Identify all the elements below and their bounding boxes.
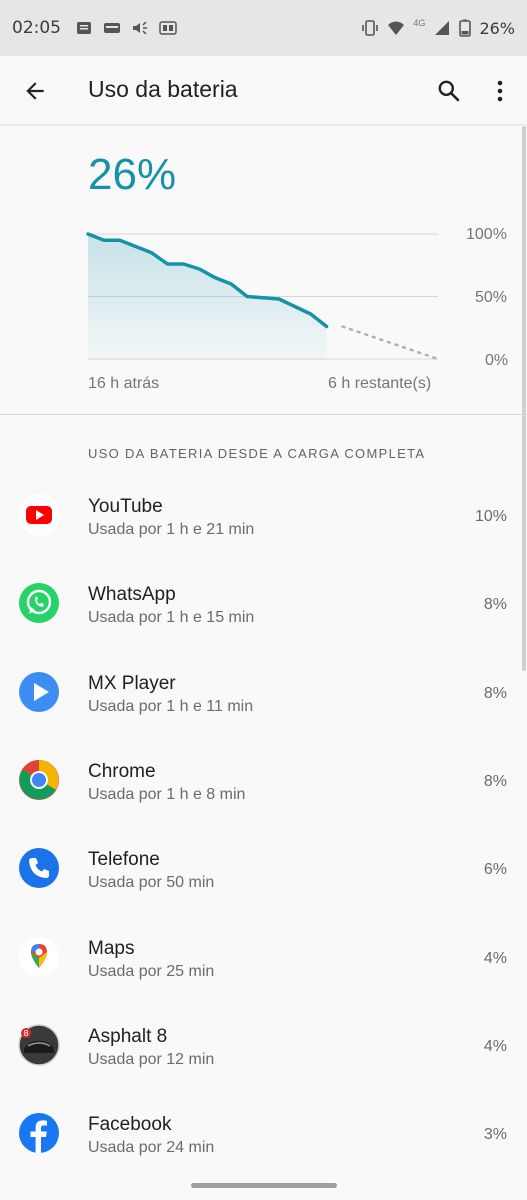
back-arrow-icon[interactable]	[22, 78, 48, 104]
app-name: WhatsApp	[88, 584, 176, 605]
app-usage-percent: 8%	[483, 685, 507, 702]
page-title: Uso da bateria	[88, 76, 238, 102]
app-usage-percent: 3%	[483, 1126, 507, 1143]
app-usage-time: Usada por 12 min	[88, 1051, 215, 1068]
svg-text:8: 8	[23, 1029, 28, 1038]
maps-icon	[19, 937, 59, 977]
card-notification-icon	[104, 23, 120, 33]
y-tick-50: 50%	[475, 289, 508, 306]
translate-notification-icon	[159, 21, 177, 35]
app-usage-percent: 4%	[483, 1038, 507, 1055]
app-usage-time: Usada por 1 h e 8 min	[88, 786, 246, 803]
list-item-whatsapp[interactable]: WhatsApp Usada por 1 h e 15 min 8%	[0, 560, 527, 648]
app-bar: Uso da bateria	[0, 56, 527, 124]
search-icon[interactable]	[436, 78, 462, 104]
x-label-start: 16 h atrás	[88, 375, 160, 392]
wifi-icon	[388, 21, 405, 35]
network-type-label: 4G	[413, 18, 426, 28]
chart-projection-line	[341, 325, 440, 361]
list-item-youtube[interactable]: YouTube Usada por 1 h e 21 min 10%	[0, 472, 527, 560]
status-battery-text: 26%	[479, 18, 515, 38]
list-item-mx-player[interactable]: MX Player Usada por 1 h e 11 min 8%	[0, 649, 527, 737]
app-usage-percent: 10%	[474, 508, 507, 525]
battery-usage-chart	[86, 232, 440, 361]
app-usage-percent: 8%	[483, 596, 507, 613]
x-label-end: 6 h restante(s)	[328, 375, 432, 392]
list-item-telefone[interactable]: Telefone Usada por 50 min 6%	[0, 825, 527, 913]
app-usage-time: Usada por 1 h e 11 min	[88, 698, 254, 715]
app-usage-percent: 6%	[483, 861, 507, 878]
app-name: Maps	[88, 938, 135, 959]
app-name: Facebook	[88, 1114, 172, 1135]
list-item-asphalt[interactable]: 8 Asphalt 8 Usada por 12 min 4%	[0, 1002, 527, 1090]
app-usage-time: Usada por 24 min	[88, 1139, 215, 1156]
app-name: YouTube	[88, 496, 163, 517]
youtube-icon	[18, 494, 60, 536]
status-bar: 02:05 4G 26%	[0, 0, 527, 56]
mx-player-icon	[19, 672, 59, 712]
list-item-chrome[interactable]: Chrome Usada por 1 h e 8 min 8%	[0, 737, 527, 825]
app-name: MX Player	[88, 673, 176, 694]
list-item-facebook[interactable]: Facebook Usada por 24 min 3%	[0, 1090, 527, 1178]
battery-icon	[459, 19, 472, 37]
home-indicator[interactable]	[191, 1183, 337, 1188]
signal-icon	[435, 21, 450, 35]
system-status-icons: 4G 26%	[361, 18, 515, 38]
app-name: Chrome	[88, 761, 156, 782]
app-name: Telefone	[88, 849, 160, 870]
notification-icons	[75, 19, 177, 37]
app-usage-percent: 4%	[483, 950, 507, 967]
y-tick-100: 100%	[466, 226, 507, 243]
app-usage-time: Usada por 1 h e 21 min	[88, 521, 255, 538]
whatsapp-icon	[19, 583, 59, 623]
app-usage-time: Usada por 50 min	[88, 874, 215, 891]
phone-icon	[19, 848, 59, 888]
status-time: 02:05	[12, 18, 61, 38]
battery-level-text: 26%	[88, 150, 177, 199]
vibrate-icon	[362, 20, 379, 36]
app-name: Asphalt 8	[88, 1026, 168, 1047]
y-tick-0: 0%	[485, 352, 509, 369]
facebook-icon	[19, 1113, 59, 1153]
more-options-icon[interactable]	[489, 78, 511, 104]
message-notification-icon	[77, 22, 91, 34]
list-item-maps[interactable]: Maps Usada por 25 min 4%	[0, 914, 527, 1002]
divider	[0, 414, 527, 415]
app-usage-percent: 8%	[483, 773, 507, 790]
app-usage-time: Usada por 1 h e 15 min	[88, 609, 255, 626]
section-header: USO DA BATERIA DESDE A CARGA COMPLETA	[88, 446, 426, 461]
asphalt-icon: 8	[18, 1024, 60, 1066]
app-usage-time: Usada por 25 min	[88, 963, 215, 980]
chrome-icon	[19, 760, 59, 800]
volume-notification-icon	[133, 21, 147, 35]
